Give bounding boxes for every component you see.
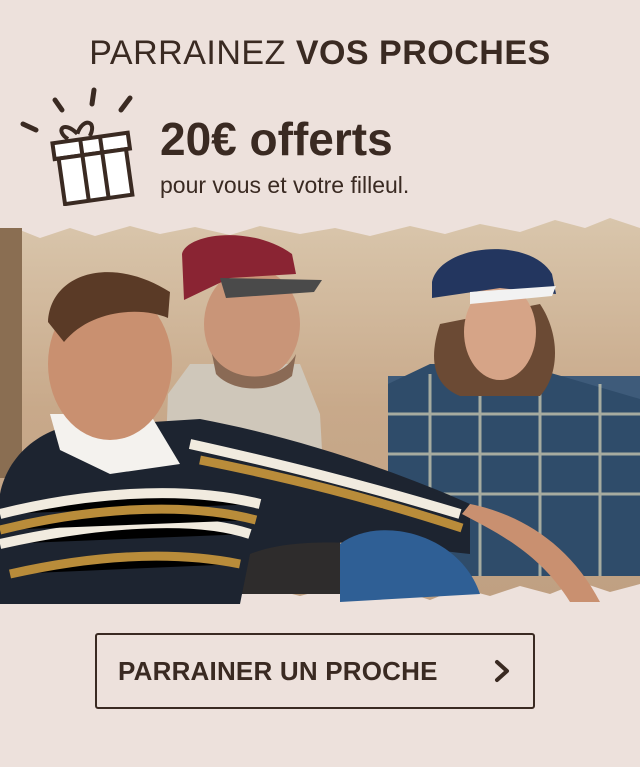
chevron-right-icon	[495, 660, 509, 682]
offer-amount: 20€ offerts	[160, 113, 393, 165]
refer-friend-button-label: PARRAINER UN PROCHE	[118, 655, 438, 686]
hero-photo	[0, 218, 640, 604]
title-bold: VOS PROCHES	[295, 34, 551, 72]
gift-icon	[20, 87, 135, 206]
page-title: PARRAINEZ VOS PROCHES	[0, 34, 640, 73]
refer-friend-button[interactable]: PARRAINER UN PROCHE	[95, 633, 535, 709]
title-light: PARRAINEZ	[89, 34, 286, 72]
offer-subtitle: pour vous et votre filleul.	[160, 172, 410, 198]
